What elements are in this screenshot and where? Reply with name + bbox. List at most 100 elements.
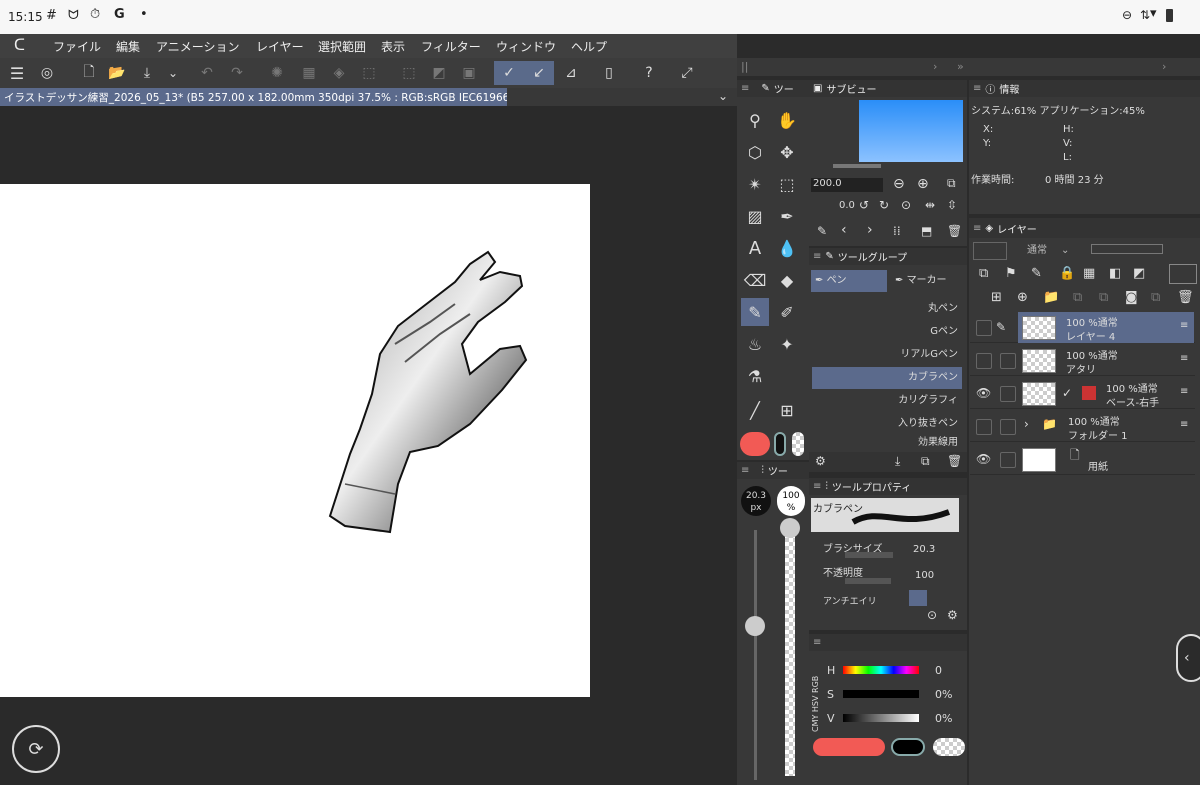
delete-layer-icon[interactable]: 🗑 — [1177, 290, 1194, 305]
wrench-icon[interactable]: ⚙ — [947, 608, 958, 622]
menu-view[interactable]: 表示 — [381, 38, 405, 55]
pen-tool-icon[interactable]: ✒ — [773, 202, 801, 230]
chevron-down-icon[interactable]: ⌄ — [718, 89, 728, 103]
download-icon[interactable]: ⤓ — [895, 454, 900, 469]
eye-icon[interactable]: 👁 — [976, 452, 991, 466]
layer-opacity-slider[interactable] — [1091, 244, 1163, 254]
saturation-slider[interactable] — [843, 690, 919, 698]
layer-row[interactable]: 100 %通常 アタリ ≡ — [970, 345, 1195, 376]
deselect-icon[interactable]: ⬚ — [396, 61, 422, 85]
eyedropper-icon[interactable]: ✎ — [817, 224, 827, 238]
transparent-swatch[interactable] — [933, 738, 965, 756]
menu-animation[interactable]: アニメーション — [156, 38, 240, 55]
brush-item[interactable]: Gペン — [812, 321, 962, 343]
save-icon[interactable]: ⤓ — [134, 61, 160, 85]
expand-double-icon[interactable]: » — [957, 60, 964, 73]
clear-icon[interactable]: ▦ — [296, 61, 322, 85]
eraser-icon[interactable]: ⌫ — [741, 266, 769, 294]
next-icon[interactable]: › — [867, 222, 873, 238]
frame-icon[interactable]: ⊞ — [773, 396, 801, 424]
layer-color-select[interactable] — [1169, 264, 1197, 284]
resize-icon[interactable]: ⤢ — [674, 61, 700, 85]
help-icon[interactable]: ? — [636, 61, 662, 85]
layer-menu-icon[interactable]: ≡ — [1180, 386, 1188, 397]
visibility-toggle[interactable] — [976, 419, 992, 435]
panel-collapse-handle-icon[interactable]: ‹ — [1176, 634, 1200, 682]
opacity-slider-track[interactable] — [785, 526, 795, 776]
delete-icon[interactable]: 🗑 — [947, 224, 962, 238]
brush-item[interactable]: 入り抜きペン — [812, 413, 962, 435]
pen-selected-icon[interactable]: ✎ — [741, 298, 769, 326]
auto-select-icon[interactable]: ✴ — [741, 170, 769, 198]
brush-item[interactable]: リアルGペン — [812, 344, 962, 366]
subview-preview[interactable] — [859, 100, 963, 162]
color-mode-tabs[interactable]: CMY HSV RGB — [811, 656, 821, 732]
move-icon[interactable]: ✥ — [773, 138, 801, 166]
layer-menu-icon[interactable]: ≡ — [1180, 419, 1188, 430]
snap-grid-icon[interactable]: ⊿ — [558, 61, 584, 85]
snap-ruler-icon[interactable]: ✓ — [494, 61, 524, 85]
layer-color-dropdown[interactable] — [973, 242, 1007, 260]
brush-item[interactable]: カリグラフィ — [812, 390, 962, 412]
new-folder-icon[interactable]: 📁 — [1043, 290, 1059, 305]
tab-hsv[interactable]: HSV — [811, 696, 820, 713]
zoom-in-icon[interactable]: ⊕ — [917, 176, 929, 192]
smartphone-icon[interactable]: ▯ — [596, 61, 622, 85]
layer-menu-icon[interactable]: ≡ — [1180, 353, 1188, 364]
prev-icon[interactable]: ‹ — [841, 222, 847, 238]
clip-studio-logo-icon[interactable]: ᑕ — [14, 36, 25, 54]
zoom-icon[interactable]: ⚲ — [741, 106, 769, 134]
size-slider-handle[interactable] — [745, 616, 765, 636]
transform-icon[interactable]: ⬚ — [356, 61, 382, 85]
draft-icon[interactable]: ✎ — [1031, 266, 1042, 281]
grid-icon[interactable]: ⁞⁞ — [893, 224, 901, 238]
expand-icon[interactable]: › — [933, 60, 937, 73]
size-slider-track[interactable] — [754, 530, 757, 780]
sub-color-swatch[interactable] — [891, 738, 925, 756]
lock-toggle[interactable] — [1000, 386, 1016, 402]
main-color-swatch[interactable] — [813, 738, 885, 756]
opacity-slider-handle[interactable] — [780, 518, 800, 538]
pencil-icon[interactable]: ✐ — [773, 298, 801, 326]
redo-icon[interactable]: ↷ — [224, 61, 250, 85]
brush-item-selected[interactable]: カブラペン — [812, 367, 962, 389]
chevron-down-icon[interactable]: ⌄ — [160, 61, 186, 85]
reset-icon[interactable]: ⊙ — [927, 608, 937, 622]
rotate-left-icon[interactable]: ↺ — [859, 198, 869, 212]
clip-studio-icon[interactable]: ◎ — [34, 61, 60, 85]
brush-item[interactable]: 効果線用 — [812, 436, 962, 450]
lock-transparent-icon[interactable]: ▦ — [1083, 266, 1095, 281]
delete-icon[interactable]: 🗑 — [947, 454, 962, 468]
rotate-right-icon[interactable]: ↻ — [879, 198, 889, 212]
paper-canvas[interactable] — [0, 184, 590, 697]
brush-item[interactable]: 丸ペン — [812, 298, 962, 320]
line-icon[interactable]: ╱ — [741, 396, 769, 424]
menu-window[interactable]: ウィンドウ — [496, 38, 556, 55]
snap-special-ruler-icon[interactable]: ↙ — [524, 61, 554, 85]
sub-color-swatch[interactable] — [774, 432, 786, 456]
expand-icon[interactable]: › — [1162, 60, 1166, 73]
layer-menu-icon[interactable]: ≡ — [1180, 320, 1188, 331]
airbrush-icon[interactable]: ♨ — [741, 330, 769, 358]
visibility-toggle[interactable] — [976, 353, 992, 369]
text-icon[interactable]: A — [741, 234, 769, 262]
blend-mode-dropdown[interactable]: 通常 ⌄ — [1013, 242, 1083, 260]
menu-edit[interactable]: 編集 — [116, 38, 140, 55]
fill-icon[interactable]: ◈ — [326, 61, 352, 85]
value-slider[interactable] — [843, 714, 919, 722]
open-folder-icon[interactable]: 📂 — [104, 61, 130, 85]
3d-cube-icon[interactable]: ⬡ — [741, 138, 769, 166]
canvas-tab[interactable]: イラストデッサン練習_2026_05_13* (B5 257.00 x 182.… — [0, 88, 507, 106]
lock-toggle[interactable] — [1000, 353, 1016, 369]
import-icon[interactable]: ⬒ — [921, 224, 932, 238]
reference-icon[interactable]: ⚑ — [1005, 266, 1017, 281]
zoom-field[interactable]: 200.0 — [811, 178, 883, 192]
zoom-out-icon[interactable]: ⊖ — [893, 176, 905, 192]
undo-icon[interactable]: ↶ — [194, 61, 220, 85]
new-file-icon[interactable]: 🗋 — [76, 61, 102, 85]
hamburger-menu-icon[interactable]: ☰ — [4, 61, 30, 85]
merge-icon[interactable]: ⧉ — [1099, 290, 1108, 305]
eye-icon[interactable]: 👁 — [976, 386, 991, 400]
antialias-option-selected[interactable] — [909, 590, 927, 606]
layer-row[interactable]: 👁 ✓ 100 %通常 ベース-右手 ≡ — [970, 378, 1195, 409]
